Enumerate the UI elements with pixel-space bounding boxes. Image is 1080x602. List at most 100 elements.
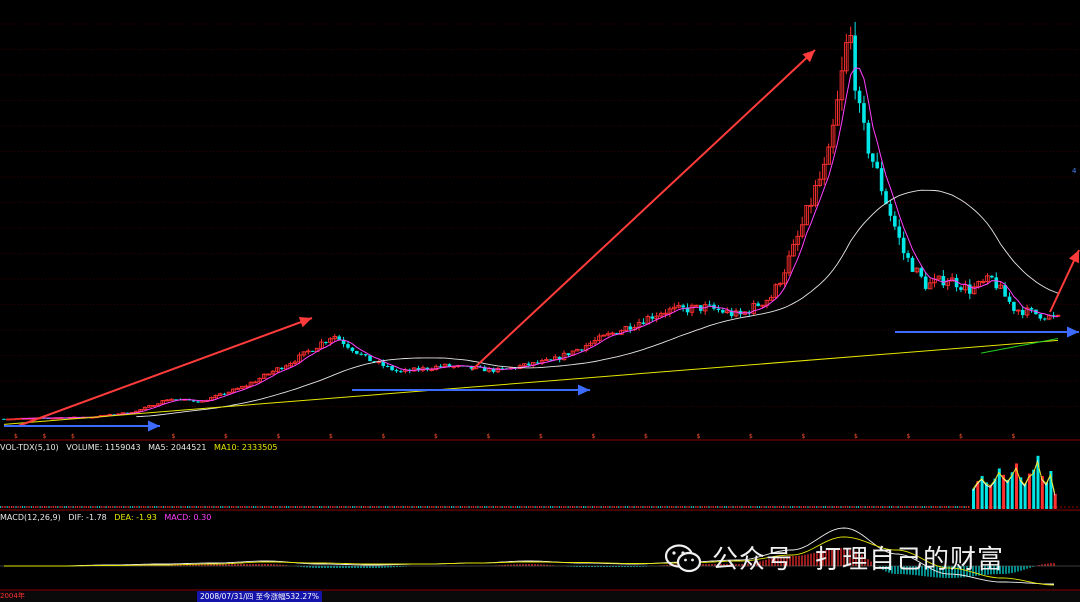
volume-bar: [22, 506, 24, 508]
volume-bar: [690, 506, 692, 508]
volume-bar: [946, 506, 948, 508]
macd-dif: DIF: -1.78: [68, 513, 107, 522]
volume-bar: [237, 506, 239, 508]
volume-bar: [30, 506, 32, 508]
volume-bar: [519, 506, 521, 508]
volume-bar: [134, 506, 136, 508]
volume-bar: [169, 506, 171, 508]
volume-bar: [160, 506, 162, 508]
volume-bar: [908, 506, 910, 508]
volume-bar: [6, 506, 8, 508]
volume-bar: [968, 506, 970, 508]
candle-up: [10, 418, 16, 421]
vol-ma10: MA10: 2333505: [214, 443, 278, 452]
candle-down: [346, 344, 350, 348]
volume-bar: [521, 506, 523, 508]
candle-down: [350, 347, 355, 351]
volume-bar: [666, 506, 668, 508]
volume-bar: [74, 506, 76, 508]
volume-bar: [72, 506, 74, 508]
candle-down: [941, 276, 946, 286]
volume-bar: [829, 506, 831, 508]
volume-bar: [220, 506, 222, 508]
volume-bar: [814, 506, 816, 508]
volume-bar: [13, 506, 15, 508]
volume-bar: [248, 506, 250, 508]
volume-bar: [400, 506, 402, 508]
volume-bar: [477, 506, 479, 508]
dividend-marker: $: [277, 433, 281, 440]
volume-bar: [132, 506, 134, 508]
volume-bar: [213, 506, 215, 508]
volume-bar: [706, 506, 708, 508]
volume-bar: [787, 506, 789, 508]
volume-bar: [424, 506, 426, 508]
dividend-marker: $: [172, 433, 176, 440]
volume-bar: [404, 506, 406, 508]
volume-bar: [675, 506, 677, 508]
volume-bar: [495, 506, 497, 508]
volume-bar: [451, 506, 453, 508]
volume-bar: [41, 506, 43, 508]
volume-bar: [963, 506, 965, 508]
volume-bar: [444, 506, 446, 508]
volume-bar: [864, 506, 866, 508]
volume-bar: [490, 506, 492, 508]
volume-bar: [39, 506, 41, 508]
volume-bar: [891, 506, 893, 508]
volume-bar: [679, 506, 681, 508]
volume-bar: [257, 506, 259, 508]
volume-bar: [847, 506, 849, 508]
volume-bar: [754, 506, 756, 508]
volume-bar: [699, 506, 701, 508]
volume-bar: [468, 506, 470, 508]
volume-bar: [816, 506, 818, 508]
volume-bar: [486, 506, 488, 508]
volume-bar: [655, 506, 657, 508]
volume-bar: [191, 506, 193, 508]
volume-bar: [726, 506, 728, 508]
volume-bar: [660, 506, 662, 508]
volume-bar: [338, 506, 340, 508]
volume-bar: [587, 506, 589, 508]
volume-bar: [19, 506, 21, 508]
volume-bar: [796, 506, 798, 508]
volume-bar: [539, 506, 541, 508]
volume-bar: [426, 506, 428, 508]
volume-bar: [184, 506, 186, 508]
volume-bar: [638, 506, 640, 508]
volume-bar: [167, 506, 169, 508]
volume-bar: [888, 506, 890, 508]
volume-bar: [57, 506, 59, 508]
volume-bar: [517, 506, 519, 508]
volume-bar: [376, 506, 378, 508]
volume-bar: [897, 506, 899, 508]
dividend-marker: $: [329, 433, 333, 440]
volume-bar: [765, 506, 767, 508]
volume-bar: [358, 506, 360, 508]
candle-down: [862, 103, 866, 123]
start-date-label: 2004年: [0, 592, 25, 600]
volume-bar: [180, 506, 182, 508]
dividend-marker: $: [749, 433, 753, 440]
volume-bar: [858, 506, 860, 508]
dividend-marker: $: [802, 433, 806, 440]
volume-bar: [662, 506, 664, 508]
volume-bar: [68, 506, 70, 508]
volume-bar: [147, 506, 149, 508]
volume-bar: [506, 506, 508, 508]
volume-bar: [312, 506, 314, 508]
volume-bar: [838, 506, 840, 508]
volume-bar: [121, 506, 123, 508]
volume-indicator-label: VOL-TDX(5,10) VOLUME: 1159043 MA5: 20445…: [0, 443, 282, 453]
volume-bar: [602, 506, 604, 508]
volume-bar: [59, 506, 61, 508]
volume-bar: [112, 506, 114, 508]
volume-bar: [255, 506, 257, 508]
volume-bar: [941, 506, 943, 508]
candle-down: [870, 153, 875, 162]
volume-bar: [266, 506, 268, 508]
volume-bar: [954, 506, 956, 508]
volume-bar: [752, 506, 754, 508]
volume-bar: [347, 506, 349, 508]
